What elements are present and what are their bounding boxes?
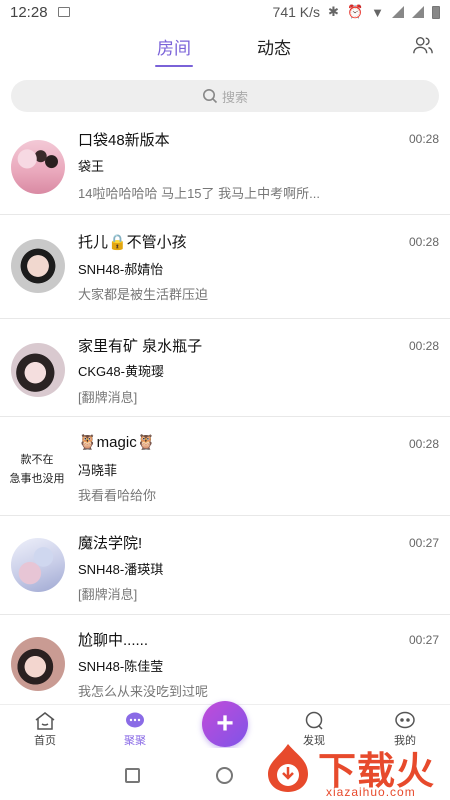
plus-icon: +: [216, 707, 234, 740]
room-avatar: 款不在 急事也没用: [6, 439, 68, 493]
status-right: 741 K/s ✱ ⏰ ▼: [273, 4, 440, 20]
download-logo-icon: [268, 744, 308, 792]
watermark: 下载火 xiazaihuo.com: [262, 740, 450, 800]
room-row[interactable]: 尬聊中...... 00:27 SNH48-陈佳莹 我怎么从来没吃到过呢: [0, 615, 450, 705]
room-sender: 冯晓菲: [78, 463, 118, 478]
avatar-text-line: 款不在: [20, 454, 54, 466]
room-row[interactable]: 款不在 急事也没用 🦉magic🦉 00:28 冯晓菲 我看看哈给你: [0, 417, 450, 516]
battery-icon: [432, 5, 440, 19]
room-message: 大家都是被生活群压迫: [78, 287, 209, 302]
search-bar[interactable]: 搜索: [11, 80, 439, 112]
room-time: 00:28: [408, 437, 439, 451]
room-name: 尬聊中......: [78, 632, 149, 649]
room-time: 00:27: [408, 633, 439, 647]
discover-icon: [305, 711, 323, 730]
room-row[interactable]: 魔法学院! 00:27 SNH48-潘瑛琪 [翻牌消息]: [0, 516, 450, 615]
room-name: 🦉magic🦉: [78, 434, 156, 451]
bluetooth-icon: ✱: [328, 4, 339, 19]
room-list: 口袋48新版本 00:28 袋王 14啦哈哈哈哈 马上15了 我马上中考啊所..…: [0, 118, 450, 705]
search-placeholder: 搜索: [221, 89, 248, 105]
room-sender: 袋王: [78, 159, 105, 174]
room-name: 魔法学院!: [78, 535, 143, 552]
home-icon: [35, 712, 55, 730]
room-name: 托儿🔒不管小孩: [78, 234, 187, 251]
room-time: 00:28: [408, 339, 439, 353]
room-time: 00:28: [408, 235, 439, 249]
room-row[interactable]: 托儿🔒不管小孩 00:28 SNH48-郝婧怡 大家都是被生活群压迫: [0, 215, 450, 319]
room-avatar: [11, 538, 65, 592]
add-button[interactable]: +: [202, 701, 248, 747]
room-sender: SNH48-陈佳莹: [78, 659, 164, 674]
alarm-icon: ⏰: [346, 4, 364, 19]
chat-bubble-icon: [126, 712, 144, 728]
room-avatar: [11, 637, 65, 691]
wifi-icon: ▼: [371, 4, 384, 20]
signal-icon-2: [412, 6, 424, 18]
room-message: [翻牌消息]: [78, 390, 138, 405]
room-row[interactable]: 家里有矿 泉水瓶子 00:28 CKG48-黄琬璎 [翻牌消息]: [0, 319, 450, 417]
room-sender: SNH48-潘瑛琪: [78, 562, 164, 577]
recents-button[interactable]: [125, 768, 140, 783]
room-row[interactable]: 口袋48新版本 00:28 袋王 14啦哈哈哈哈 马上15了 我马上中考啊所..…: [0, 118, 450, 215]
status-bar: 12:28 741 K/s ✱ ⏰ ▼: [0, 0, 450, 24]
room-message: 我怎么从来没吃到过呢: [78, 684, 209, 699]
room-avatar: [11, 239, 65, 293]
room-name: 家里有矿 泉水瓶子: [78, 338, 203, 355]
nav-home[interactable]: 首页: [23, 711, 67, 748]
nav-juju[interactable]: 聚聚: [113, 711, 157, 748]
users-icon[interactable]: [412, 34, 434, 56]
search-icon: [202, 89, 218, 104]
room-name: 口袋48新版本: [78, 132, 170, 149]
tab-rooms[interactable]: 房间: [155, 34, 193, 67]
room-sender: SNH48-郝婧怡: [78, 262, 164, 277]
tab-moments[interactable]: 动态: [257, 34, 291, 59]
nav-home-label: 首页: [34, 735, 56, 747]
room-message: [翻牌消息]: [78, 587, 138, 602]
profile-icon: [395, 711, 415, 729]
status-time: 12:28: [10, 3, 48, 21]
room-avatar: [11, 140, 65, 194]
signal-icon: [392, 6, 404, 18]
image-notification-icon: [57, 7, 70, 17]
network-speed: 741 K/s: [272, 4, 321, 20]
nav-juju-label: 聚聚: [124, 735, 146, 747]
watermark-url: xiazaihuo.com: [326, 785, 416, 799]
room-message: 14啦哈哈哈哈 马上15了 我马上中考啊所...: [78, 186, 320, 201]
room-message: 我看看哈给你: [78, 488, 157, 503]
room-avatar: [11, 343, 65, 397]
room-sender: CKG48-黄琬璎: [78, 364, 164, 379]
room-time: 00:28: [408, 132, 439, 146]
room-time: 00:27: [408, 536, 439, 550]
home-system-button[interactable]: [216, 767, 233, 784]
top-bar: 房间 动态: [0, 28, 450, 72]
avatar-text-line: 急事也没用: [9, 473, 65, 485]
